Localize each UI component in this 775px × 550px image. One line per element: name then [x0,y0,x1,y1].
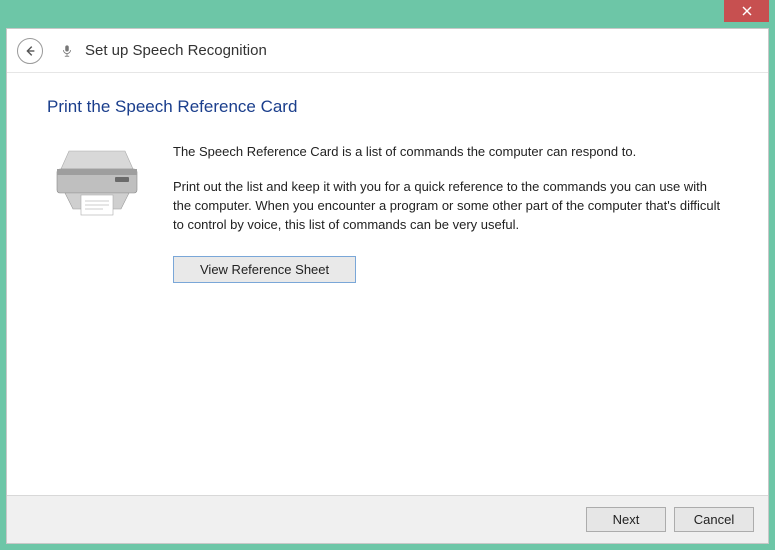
window-title: Set up Speech Recognition [85,42,267,59]
microphone-icon [59,43,75,59]
header: Set up Speech Recognition [7,29,768,73]
back-arrow-icon [23,44,37,58]
next-button[interactable]: Next [586,507,666,532]
cancel-button[interactable]: Cancel [674,507,754,532]
close-button[interactable] [724,0,769,22]
close-icon [742,6,752,16]
printer-icon [47,143,147,283]
intro-paragraph: The Speech Reference Card is a list of c… [173,143,728,162]
back-button[interactable] [17,38,43,64]
content-area: Print the Speech Reference Card [7,73,768,495]
wizard-window: Set up Speech Recognition Print the Spee… [6,28,769,544]
page-heading: Print the Speech Reference Card [47,97,728,117]
footer: Next Cancel [7,495,768,543]
view-reference-sheet-button[interactable]: View Reference Sheet [173,256,356,283]
instruction-paragraph: Print out the list and keep it with you … [173,178,728,235]
